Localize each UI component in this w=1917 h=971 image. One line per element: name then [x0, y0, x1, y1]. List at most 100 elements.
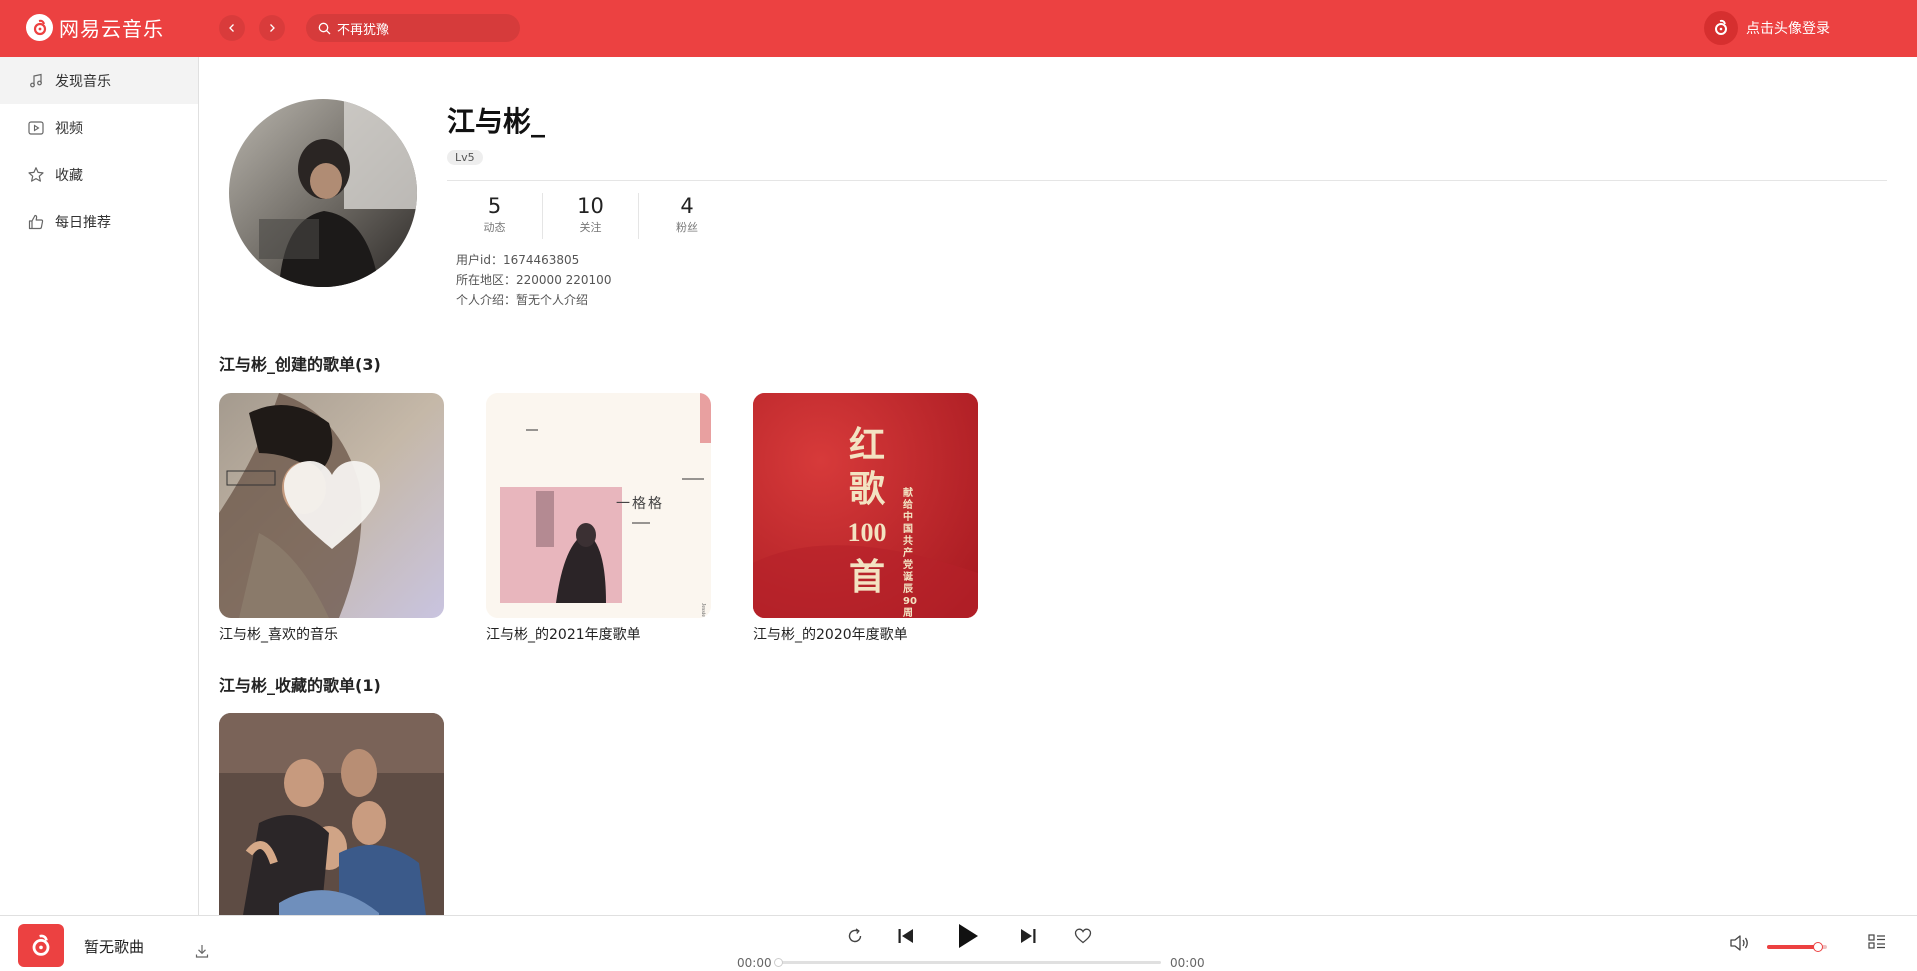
play-button[interactable] [952, 921, 982, 951]
divider [447, 180, 1887, 181]
playlist-card[interactable]: 红 歌 100 首 献给中国共产党诞辰90周年 江与彬_的2020年度歌单 [753, 393, 978, 644]
stat-number: 5 [487, 194, 502, 218]
volume-handle[interactable] [1813, 942, 1823, 952]
playlist-card[interactable]: Jessie Yidai 一格格 江与彬_的2021年度歌单 [486, 393, 711, 644]
playlist-cover[interactable] [219, 713, 444, 915]
star-icon [28, 166, 44, 182]
sidebar-item-favorites[interactable]: 收藏 [0, 151, 198, 198]
sidebar-item-daily[interactable]: 每日推荐 [0, 198, 198, 245]
user-id-row: 用户id：1674463805 [456, 250, 611, 270]
cover-title-text: 红 歌 100 首 [837, 423, 897, 599]
user-id-label: 用户id： [456, 253, 503, 267]
sidebar-item-discover[interactable]: 发现音乐 [0, 57, 198, 104]
login-text[interactable]: 点击头像登录 [1746, 18, 1830, 38]
login-avatar[interactable] [1704, 11, 1738, 45]
netease-logo-icon [32, 934, 50, 956]
cover-title-text: 一格格 [616, 497, 664, 512]
sidebar-item-label: 收藏 [55, 167, 83, 184]
heart-icon [284, 461, 380, 549]
music-note-icon [30, 73, 42, 87]
chevron-right-icon [270, 24, 275, 32]
download-icon [195, 945, 209, 958]
playlist-title[interactable]: 江与彬_的2020年度歌单 [753, 624, 978, 644]
player-bar: 暂无歌曲 00:00 00:00 [0, 915, 1917, 971]
volume-fill [1767, 945, 1818, 949]
region-row: 所在地区：220000 220100 [456, 270, 611, 290]
svg-text:Jessie Yidai: Jessie Yidai [700, 603, 706, 618]
region-value: 220000 220100 [516, 273, 612, 287]
playlist-title[interactable]: 江与彬_喜欢的音乐 [219, 624, 444, 644]
stat-label: 动态 [483, 221, 506, 234]
progress-bar[interactable] [774, 958, 1161, 967]
like-button[interactable] [1074, 927, 1092, 945]
playlist-cover[interactable]: Jessie Yidai 一格格 [486, 393, 711, 618]
stat-label: 关注 [579, 221, 602, 234]
playlist-card[interactable] [219, 713, 444, 915]
login-area[interactable]: 点击头像登录 [1704, 11, 1830, 45]
playlist-card[interactable]: 江与彬_喜欢的音乐 [219, 393, 444, 644]
cover-char: 歌 [848, 469, 885, 509]
stat-followers[interactable]: 4 粉丝 [639, 193, 735, 239]
thumbs-up-icon [28, 214, 44, 229]
heart-icon [1074, 928, 1092, 944]
sidebar-item-video[interactable]: 视频 [0, 104, 198, 151]
stat-number: 4 [680, 194, 694, 218]
netease-logo-icon [1715, 19, 1727, 35]
search-icon [318, 22, 331, 34]
collected-playlists-title: 江与彬_收藏的歌单(1) [219, 676, 381, 695]
user-id-value: 1674463805 [502, 253, 580, 267]
sidebar: 发现音乐 视频 收藏 每日推荐 [0, 57, 199, 915]
playlist-icon [1868, 934, 1885, 949]
progress-handle[interactable] [774, 958, 783, 967]
sidebar-item-label: 视频 [55, 120, 83, 137]
cover-subtitle: 献给中国共产党诞辰90周年 [903, 488, 917, 618]
playlist-title[interactable]: 江与彬_的2021年度歌单 [486, 624, 711, 644]
forward-button[interactable] [259, 15, 285, 41]
playlist-cover[interactable] [219, 393, 444, 618]
cover-char: 首 [848, 557, 885, 597]
level-badge: Lv5 [447, 150, 483, 165]
loop-icon [848, 928, 862, 943]
chevron-left-icon [229, 24, 234, 32]
user-avatar [229, 99, 417, 287]
created-playlists-title: 江与彬_创建的歌单(3) [219, 355, 381, 374]
current-song-title: 暂无歌曲 [84, 938, 145, 956]
video-icon [28, 120, 44, 135]
play-icon [959, 924, 978, 948]
app-logo[interactable]: 网易云音乐 [26, 13, 164, 42]
top-header: 网易云音乐 点击头像登录 [0, 0, 1917, 57]
sidebar-item-label: 发现音乐 [55, 73, 111, 90]
app-name: 网易云音乐 [59, 17, 164, 41]
loop-button[interactable] [845, 926, 865, 946]
user-name: 江与彬_ [447, 105, 546, 138]
volume-button[interactable] [1729, 933, 1751, 953]
back-button[interactable] [219, 15, 245, 41]
region-label: 所在地区： [456, 273, 517, 287]
stat-following[interactable]: 10 关注 [543, 193, 639, 239]
next-button[interactable] [1018, 926, 1038, 946]
total-time: 00:00 [1170, 956, 1205, 970]
cover-char: 100 [847, 518, 887, 547]
bio-value: 暂无个人介绍 [516, 293, 589, 307]
playlist-button[interactable] [1867, 932, 1887, 952]
current-time: 00:00 [737, 956, 772, 970]
album-art-placeholder[interactable] [18, 924, 64, 967]
bio-label: 个人介绍： [456, 293, 517, 307]
sidebar-item-label: 每日推荐 [55, 214, 111, 231]
download-button[interactable] [194, 943, 210, 963]
skip-back-icon [898, 929, 913, 943]
previous-button[interactable] [896, 926, 916, 946]
stat-posts[interactable]: 5 动态 [447, 193, 543, 239]
cover-char: 红 [848, 425, 885, 465]
search-box[interactable] [306, 14, 520, 42]
search-input[interactable] [337, 20, 507, 36]
stat-number: 10 [577, 194, 604, 218]
main-content: 江与彬_ Lv5 5 动态 10 关注 4 粉丝 用户id：1674463805… [200, 57, 1917, 915]
volume-icon [1730, 935, 1748, 951]
user-stats: 5 动态 10 关注 4 粉丝 [447, 193, 735, 239]
bio-row: 个人介绍：暂无个人介绍 [456, 290, 611, 310]
volume-slider[interactable] [1767, 942, 1827, 952]
stat-label: 粉丝 [676, 221, 698, 234]
netease-logo-icon [26, 14, 53, 41]
playlist-cover[interactable]: 红 歌 100 首 献给中国共产党诞辰90周年 [753, 393, 978, 618]
